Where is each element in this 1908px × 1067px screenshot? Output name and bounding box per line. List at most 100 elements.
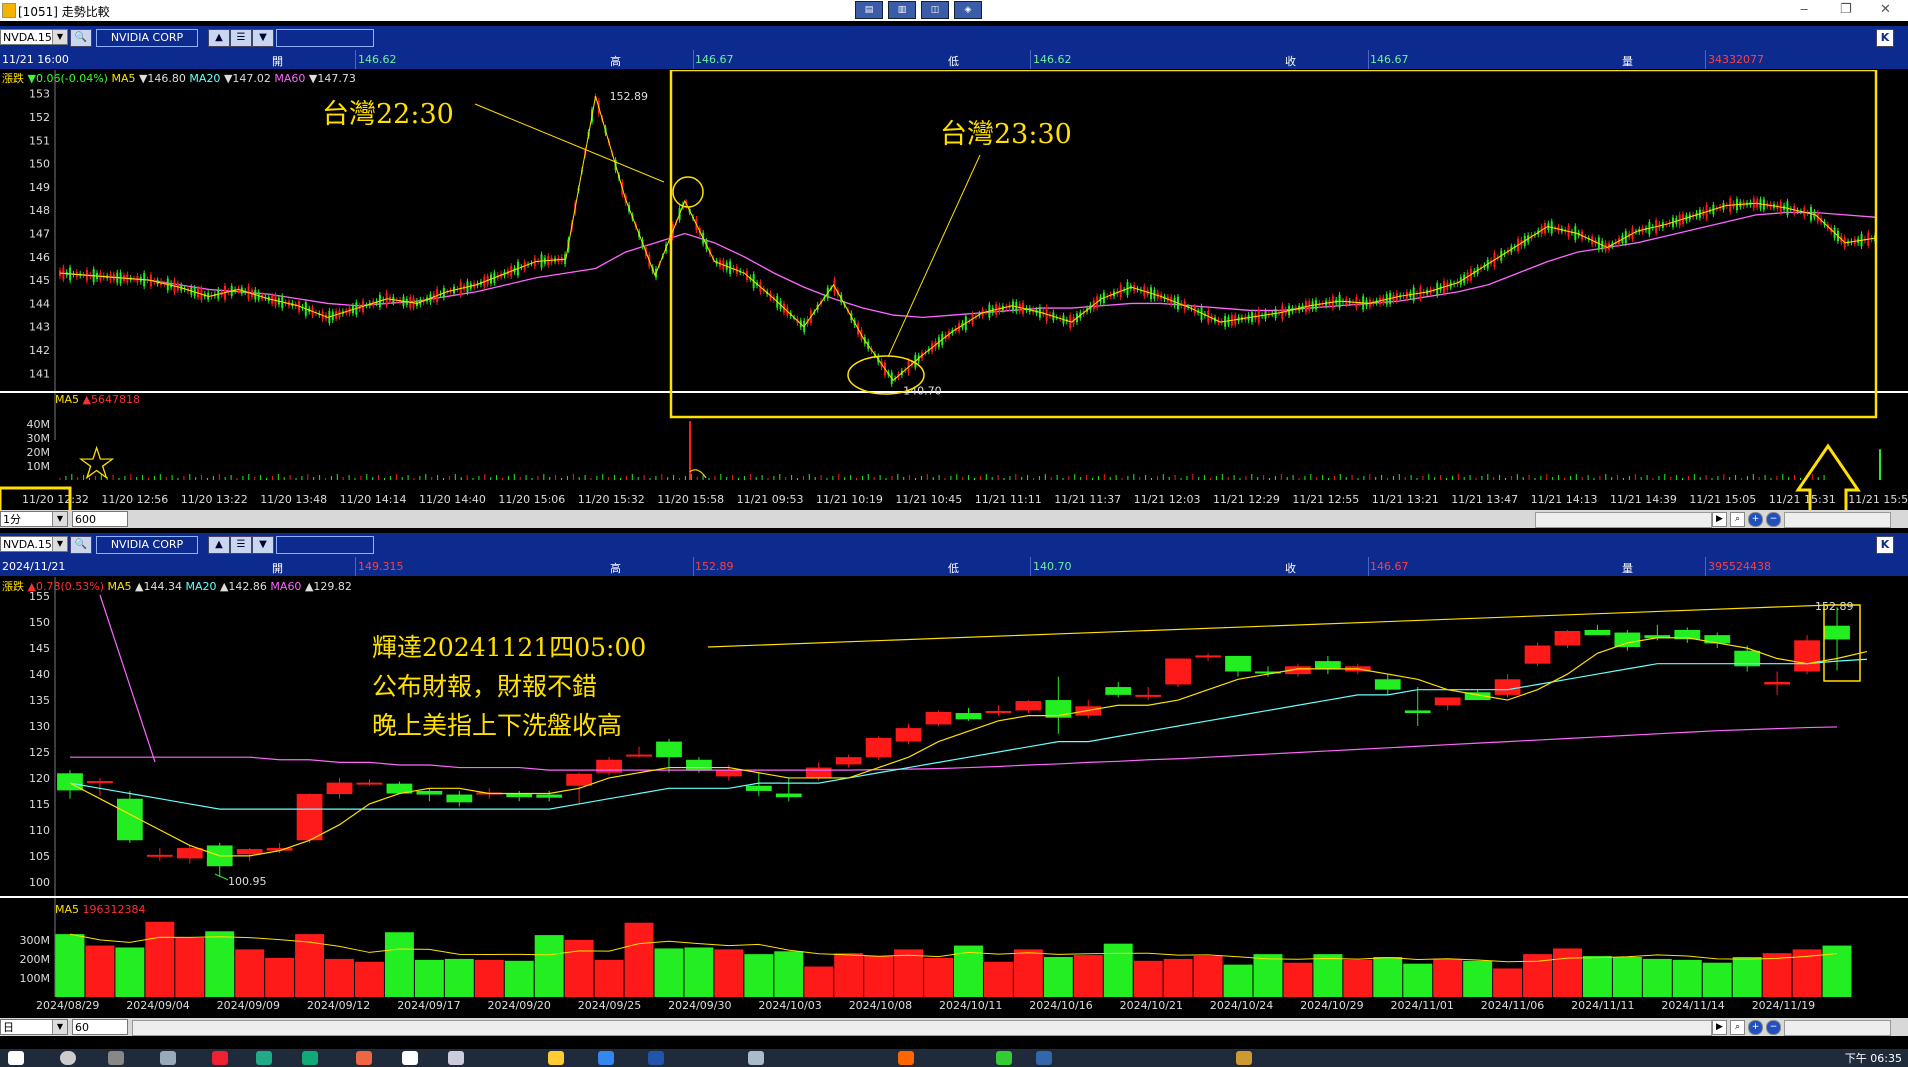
x-tick-label: 11/20 12:32 bbox=[22, 493, 89, 506]
zoom-icon[interactable]: ⌕ bbox=[1730, 512, 1745, 527]
app-icon-6[interactable] bbox=[748, 1051, 764, 1065]
top-open-label: 開 bbox=[272, 55, 283, 68]
volume-bar bbox=[624, 922, 654, 997]
line-icon[interactable] bbox=[996, 1051, 1012, 1065]
close-button[interactable]: ✕ bbox=[1880, 2, 1891, 17]
top-high-value: 146.67 bbox=[695, 53, 734, 66]
bottom-symbol-select[interactable]: NVDA.154 ▼ bbox=[0, 536, 68, 552]
excel-icon[interactable] bbox=[302, 1051, 318, 1065]
volume-bar bbox=[1762, 953, 1792, 997]
x-tick-label: 11/21 11:11 bbox=[975, 493, 1042, 506]
x-tick-label: 11/21 11:37 bbox=[1054, 493, 1121, 506]
arrow-up-icon[interactable]: ▲ bbox=[208, 29, 230, 47]
top-scrollbar[interactable] bbox=[1535, 512, 1712, 528]
top-zoom-slider[interactable] bbox=[1784, 512, 1891, 528]
candle-body bbox=[146, 854, 173, 857]
app-icon-5[interactable] bbox=[448, 1051, 464, 1065]
layout-button-2[interactable]: ▥ bbox=[888, 1, 916, 19]
top-symbol-select[interactable]: NVDA.154 ▼ bbox=[0, 29, 68, 45]
bottom-scrollbar[interactable] bbox=[132, 1020, 1712, 1036]
candle-body bbox=[1135, 694, 1162, 697]
scroll-right-icon[interactable]: ▶ bbox=[1712, 512, 1727, 527]
top-close-label: 收 bbox=[1285, 55, 1296, 68]
search-icon[interactable]: 🔍 bbox=[70, 29, 92, 47]
candle-body bbox=[1554, 630, 1581, 646]
volume-bar bbox=[1283, 962, 1313, 997]
candle-body bbox=[1195, 655, 1221, 658]
volume-bar bbox=[55, 934, 85, 997]
list-icon[interactable]: ☰ bbox=[230, 29, 252, 47]
volume-tick-label: 30M bbox=[27, 432, 51, 445]
bottom-period-select[interactable]: 日 ▼ bbox=[0, 1019, 68, 1035]
volume-tick-label: 300M bbox=[20, 934, 51, 947]
word-icon[interactable] bbox=[648, 1051, 664, 1065]
y-tick-label: 140 bbox=[29, 668, 50, 681]
zoom-icon[interactable]: ⌕ bbox=[1730, 1020, 1745, 1035]
annotation-taiwan-2230: 台灣22:30 bbox=[322, 99, 454, 130]
bottom-low-label: 低 bbox=[948, 562, 959, 575]
y-tick-label: 105 bbox=[29, 850, 50, 863]
app-icon-3[interactable] bbox=[256, 1051, 272, 1065]
volume-bar bbox=[145, 921, 175, 997]
annotation-line-3: 晚上美指上下洗盤收高 bbox=[372, 711, 623, 740]
volume-tick-label: 10M bbox=[27, 460, 51, 473]
zoom-in-icon[interactable]: + bbox=[1748, 512, 1763, 527]
app-icon-8[interactable] bbox=[1236, 1051, 1252, 1065]
top-datetime: 11/21 16:00 bbox=[2, 53, 69, 66]
app-icon-7[interactable] bbox=[898, 1051, 914, 1065]
zoom-out-icon[interactable]: − bbox=[1766, 512, 1781, 527]
search-icon[interactable] bbox=[60, 1051, 76, 1065]
x-tick-label: 11/21 12:29 bbox=[1213, 493, 1280, 506]
top-blank-field[interactable] bbox=[276, 29, 374, 47]
volume-bar bbox=[235, 949, 265, 997]
maximize-button[interactable]: ❐ bbox=[1840, 2, 1852, 17]
bottom-stock-name: NVIDIA CORP bbox=[96, 536, 198, 554]
top-k-button[interactable]: K bbox=[1876, 29, 1894, 47]
x-tick-label: 11/21 12:03 bbox=[1134, 493, 1201, 506]
arrow-down-icon[interactable]: ▼ bbox=[252, 29, 274, 47]
app-icon-1[interactable] bbox=[160, 1051, 176, 1065]
search-icon[interactable]: 🔍 bbox=[70, 536, 92, 554]
candle-body bbox=[1105, 687, 1132, 695]
layout-button-1[interactable]: ▤ bbox=[855, 1, 883, 19]
y-tick-label: 150 bbox=[29, 616, 50, 629]
top-low-value: 146.62 bbox=[1033, 53, 1072, 66]
app-icon-2[interactable] bbox=[212, 1051, 228, 1065]
bottom-blank-field[interactable] bbox=[276, 536, 374, 554]
arrow-up-icon[interactable]: ▲ bbox=[208, 536, 230, 554]
bottom-vol-ma5-label: MA5 bbox=[55, 903, 80, 916]
windows-start-icon[interactable] bbox=[8, 1051, 24, 1065]
layout-button-3[interactable]: ◫ bbox=[921, 1, 949, 19]
app-icon-4[interactable] bbox=[402, 1051, 418, 1065]
x-tick-label: 11/21 13:47 bbox=[1451, 493, 1518, 506]
list-icon[interactable]: ☰ bbox=[230, 536, 252, 554]
layout-button-4[interactable]: ◈ bbox=[954, 1, 982, 19]
candle-body bbox=[1764, 681, 1791, 685]
ma5-line bbox=[69, 637, 1868, 857]
minimize-button[interactable]: ‒ bbox=[1800, 2, 1808, 17]
volume-bar bbox=[115, 947, 145, 997]
scroll-right-icon[interactable]: ▶ bbox=[1712, 1020, 1727, 1035]
task-view-icon[interactable] bbox=[108, 1051, 124, 1065]
volume-bar bbox=[1553, 948, 1582, 997]
edge-icon[interactable] bbox=[598, 1051, 614, 1065]
candle-body bbox=[1494, 679, 1521, 695]
volume-tick-label: 40M bbox=[27, 418, 51, 431]
candle-body bbox=[865, 737, 892, 758]
zoom-out-icon[interactable]: − bbox=[1766, 1020, 1781, 1035]
top-period-select[interactable]: 1分 ▼ bbox=[0, 511, 68, 527]
chevron-down-icon: ▼ bbox=[52, 1020, 67, 1034]
bottom-k-button[interactable]: K bbox=[1876, 536, 1894, 554]
y-tick-label: 145 bbox=[29, 274, 50, 287]
zoom-in-icon[interactable]: + bbox=[1748, 1020, 1763, 1035]
candle-body bbox=[1524, 645, 1551, 664]
x-tick-label: 11/20 15:06 bbox=[498, 493, 565, 506]
arrow-down-icon[interactable]: ▼ bbox=[252, 536, 274, 554]
top-count-input[interactable]: 600 bbox=[72, 511, 128, 527]
bottom-count-input[interactable]: 60 bbox=[72, 1019, 128, 1035]
xq-icon[interactable] bbox=[1036, 1051, 1052, 1065]
bottom-zoom-slider[interactable] bbox=[1784, 1020, 1891, 1036]
volume-ma5-line bbox=[69, 933, 1838, 963]
folder-icon[interactable] bbox=[548, 1051, 564, 1065]
chrome-icon[interactable] bbox=[356, 1051, 372, 1065]
